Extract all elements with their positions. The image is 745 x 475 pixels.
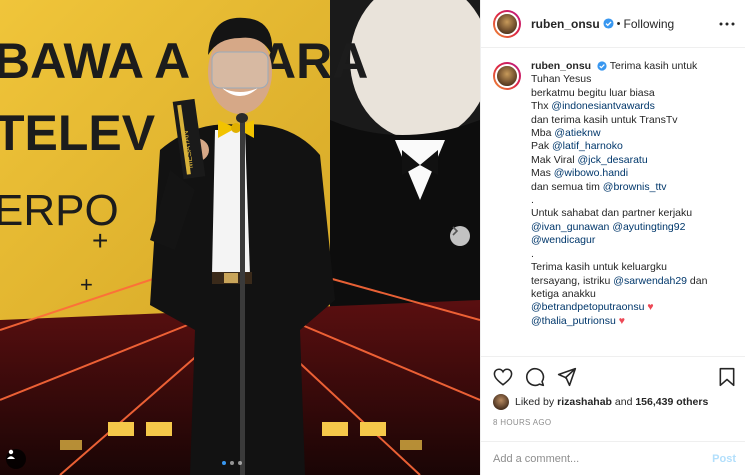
likes-prefix: Liked by [515, 396, 555, 408]
mention-link[interactable]: @latif_harnoko [552, 140, 623, 152]
caption-text-segment: Mas [531, 167, 554, 180]
post-actions: Liked by rizashahab and 156,439 others 8… [481, 356, 745, 427]
likes-middle: and [611, 396, 636, 408]
mention-link[interactable]: @wendicagur [531, 234, 595, 246]
caption-line: Untuk sahabat dan partner kerjaku [531, 207, 731, 220]
caption-line: @betrandpetoputraonsu ♥ [531, 301, 731, 314]
more-options-icon[interactable] [719, 22, 735, 26]
caption-line: Mas @wibowo.handi [531, 167, 731, 180]
caption-line: dan semua tim @brownis_ttv [531, 181, 731, 194]
mention-link[interactable]: @ivan_gunawan [531, 221, 609, 233]
heart-emoji: ♥ [644, 301, 654, 314]
comment-input[interactable] [493, 452, 713, 465]
caption: ruben_onsu Terima kasih untuk Tuhan Yesu… [493, 60, 736, 328]
caption-text-segment: . [531, 194, 534, 207]
liker-username[interactable]: rizashahab [557, 396, 612, 408]
avatar[interactable] [493, 9, 521, 38]
mention-link[interactable]: @indonesiantvawards [551, 100, 654, 112]
add-comment-bar: Post [481, 441, 745, 475]
mention-link[interactable]: @wibowo.handi [554, 167, 628, 179]
post-comment-button[interactable]: Post [712, 453, 736, 465]
caption-username[interactable]: ruben_onsu [531, 60, 591, 72]
caption-line: @wendicagur [531, 234, 731, 247]
caption-text-segment: Mak Viral [531, 153, 578, 166]
caption-avatar[interactable] [493, 62, 521, 90]
caption-line: Pak @latif_harnoko [531, 140, 731, 153]
caption-line: Mba @atieknw [531, 127, 731, 140]
caption-line: dan terima kasih untuk TransTv [531, 114, 731, 127]
svg-text:+: + [80, 272, 93, 297]
post-photo[interactable]: BAWA A ARA TELEV ERPO + + MESAYAN [0, 0, 480, 475]
caption-line: Thx @indonesiantvawards [531, 100, 731, 113]
mention-link[interactable]: @sarwendah29 [613, 275, 687, 287]
user-icon [7, 449, 15, 459]
mention-link[interactable]: @atieknw [554, 127, 600, 139]
verified-badge-icon [597, 61, 607, 71]
caption-text-segment: ketiga anakku [531, 287, 596, 300]
likes-summary[interactable]: Liked by rizashahab and 156,439 others [493, 394, 736, 410]
caption-text-segment: Thx [531, 100, 552, 113]
header-separator: • [616, 17, 621, 30]
caption-line: . [531, 248, 731, 261]
caption-text-segment: . [531, 247, 534, 260]
caption-line: ketiga anakku [531, 288, 731, 301]
caption-text-segment: Untuk sahabat dan partner kerjaku [531, 207, 693, 220]
verified-badge-icon [603, 18, 614, 29]
post-header: ruben_onsu • Following [481, 0, 745, 48]
caption-text-segment: Terima kasih untuk [609, 60, 698, 72]
comment-icon[interactable] [525, 367, 545, 387]
caption-text-segment: Terima kasih untuk keluargku [531, 261, 667, 274]
carousel-dot [238, 461, 242, 465]
chevron-right-icon [452, 226, 459, 236]
carousel-dot [230, 461, 234, 465]
comments-scroll-area[interactable]: ruben_onsu Terima kasih untuk Tuhan Yesu… [481, 60, 745, 356]
caption-line: . [531, 194, 731, 207]
caption-text-segment: dan semua tim [531, 180, 603, 193]
svg-text:+: + [92, 225, 108, 256]
caption-line: @ivan_gunawan @ayutingting92 [531, 221, 731, 234]
likes-count[interactable]: 156,439 others [635, 396, 708, 408]
award-photo-illustration: BAWA A ARA TELEV ERPO + + MESAYAN [0, 0, 480, 475]
mention-link[interactable]: @ayutingting92 [612, 221, 685, 233]
caption-text-segment: Mba [531, 127, 555, 140]
caption-line: Terima kasih untuk keluargku [531, 261, 731, 274]
caption-line: Tuhan Yesus [531, 73, 731, 86]
mention-link[interactable]: @brownis_ttv [603, 181, 667, 193]
caption-line: berkatmu begitu luar biasa [531, 87, 731, 100]
caption-text-segment: tersayang, istriku [531, 274, 614, 287]
post-timestamp[interactable]: 8 HOURS AGO [493, 418, 736, 427]
backdrop-text-line: TELEV [0, 105, 156, 161]
heart-icon[interactable] [493, 368, 513, 386]
tagged-users-button[interactable] [6, 449, 26, 469]
backdrop-text-line: BAWA A [0, 33, 190, 89]
caption-text-segment: Pak [531, 140, 553, 153]
carousel-indicator [222, 461, 242, 465]
caption-text-segment: berkatmu begitu luar biasa [531, 86, 655, 99]
bookmark-icon[interactable] [718, 367, 736, 387]
post-side-panel: ruben_onsu • Following ruben_onsu Terima… [480, 0, 745, 475]
header-username[interactable]: ruben_onsu [531, 17, 600, 31]
caption-line: tersayang, istriku @sarwendah29 dan [531, 275, 731, 288]
carousel-dot [222, 461, 226, 465]
share-icon[interactable] [557, 367, 577, 387]
mention-link[interactable]: @thalia_putrionsu [531, 315, 616, 327]
heart-emoji: ♥ [615, 314, 625, 327]
mention-link[interactable]: @betrandpetoputraonsu [531, 301, 644, 313]
mention-link[interactable]: @jck_desaratu [578, 154, 648, 166]
caption-text-segment: Tuhan Yesus [531, 73, 592, 86]
caption-text: ruben_onsu Terima kasih untuk Tuhan Yesu… [531, 60, 731, 328]
following-button[interactable]: Following [624, 17, 675, 31]
caption-line: Mak Viral @jck_desaratu [531, 154, 731, 167]
caption-text-segment: dan [687, 274, 708, 287]
liker-avatar[interactable] [493, 394, 509, 410]
caption-line: @thalia_putrionsu ♥ [531, 315, 731, 328]
next-photo-button[interactable] [450, 226, 470, 246]
caption-text-segment: dan terima kasih untuk TransTv [531, 113, 678, 126]
backdrop-text-line: ARA [260, 33, 368, 89]
